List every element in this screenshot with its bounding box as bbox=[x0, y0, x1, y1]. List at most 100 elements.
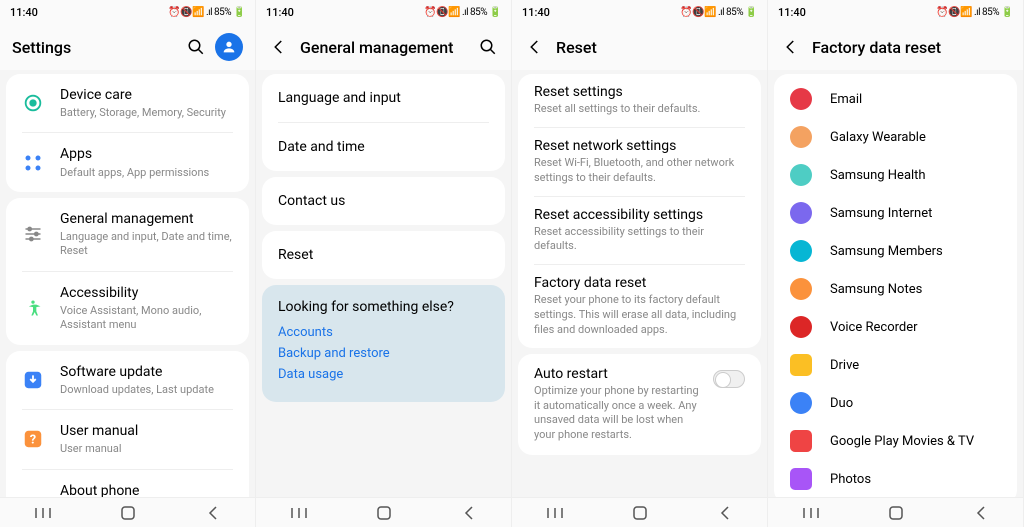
status-bar: 11:40 ⏰📵📶 .ıl 85% 🔋 bbox=[256, 0, 511, 24]
status-indicators: ⏰📵📶 .ıl 85% 🔋 bbox=[936, 7, 1013, 18]
nav-home[interactable] bbox=[108, 505, 148, 521]
app-icon bbox=[790, 202, 812, 224]
settings-item-general[interactable]: General management Language and input, Da… bbox=[6, 198, 249, 271]
nav-back[interactable] bbox=[705, 505, 745, 521]
page-title: Settings bbox=[12, 38, 177, 57]
app-list-item: Samsung Members bbox=[774, 232, 1017, 270]
app-list-item: Photos bbox=[774, 460, 1017, 497]
nav-recents[interactable] bbox=[535, 506, 575, 520]
page-title: Factory data reset bbox=[812, 38, 1011, 57]
reset-option[interactable]: Reset settingsReset all settings to thei… bbox=[518, 74, 761, 127]
status-bar: 11:40 ⏰📵📶 .ıl 85% 🔋 bbox=[0, 0, 255, 24]
app-list-item: Voice Recorder bbox=[774, 308, 1017, 346]
link-backup-restore[interactable]: Backup and restore bbox=[278, 346, 489, 361]
nav-bar bbox=[0, 497, 255, 527]
app-name: Samsung Members bbox=[830, 244, 943, 259]
header: Factory data reset bbox=[768, 24, 1023, 70]
general-icon bbox=[20, 221, 46, 247]
app-list-item: Google Play Movies & TV bbox=[774, 422, 1017, 460]
svg-text:?: ? bbox=[30, 433, 36, 448]
settings-item-about[interactable]: iAbout phoneStatus, Legal information, P… bbox=[6, 470, 249, 498]
status-indicators: ⏰📵📶 .ıl 85% 🔋 bbox=[168, 7, 245, 18]
app-name: Drive bbox=[830, 358, 859, 373]
app-name: Google Play Movies & TV bbox=[830, 434, 974, 449]
status-indicators: ⏰📵📶 .ıl 85% 🔋 bbox=[680, 7, 757, 18]
link-data-usage[interactable]: Data usage bbox=[278, 367, 489, 382]
app-icon bbox=[790, 278, 812, 300]
nav-recents[interactable] bbox=[279, 506, 319, 520]
reset-option-subtitle: Reset your phone to its factory default … bbox=[534, 293, 745, 338]
settings-card: General management Language and input, Da… bbox=[6, 198, 249, 345]
auto-restart-card: Auto restart Optimize your phone by rest… bbox=[518, 354, 761, 455]
status-bar: 11:40 ⏰📵📶 .ıl 85% 🔋 bbox=[768, 0, 1023, 24]
card-lang-date: Language and input Date and time bbox=[262, 74, 505, 171]
app-icon bbox=[790, 316, 812, 338]
reset-option[interactable]: Reset network settingsReset Wi-Fi, Bluet… bbox=[518, 128, 761, 196]
screen-settings: 11:40 ⏰📵📶 .ıl 85% 🔋 Settings Device care… bbox=[0, 0, 256, 527]
app-name: Email bbox=[830, 92, 862, 107]
nav-home[interactable] bbox=[620, 505, 660, 521]
auto-restart-title: Auto restart bbox=[534, 366, 705, 382]
search-icon[interactable] bbox=[185, 36, 207, 58]
app-icon bbox=[790, 164, 812, 186]
app-list-item: Email bbox=[774, 80, 1017, 118]
back-icon[interactable] bbox=[780, 36, 802, 58]
app-name: Voice Recorder bbox=[830, 320, 918, 335]
reset-option[interactable]: Reset accessibility settings Reset access… bbox=[518, 197, 761, 265]
app-list-item: Samsung Health bbox=[774, 156, 1017, 194]
reset-option-title: Reset accessibility settings bbox=[534, 207, 745, 223]
profile-icon[interactable] bbox=[215, 33, 243, 61]
app-icon bbox=[790, 88, 812, 110]
link-accounts[interactable]: Accounts bbox=[278, 325, 489, 340]
nav-home[interactable] bbox=[876, 505, 916, 521]
header: Settings bbox=[0, 24, 255, 70]
item-title: Device care bbox=[60, 86, 235, 104]
item-subtitle: Voice Assistant, Mono audio, Assistant m… bbox=[60, 304, 235, 333]
app-name: Photos bbox=[830, 472, 871, 487]
item-title: General management bbox=[60, 210, 235, 228]
nav-home[interactable] bbox=[364, 505, 404, 521]
app-name: Samsung Health bbox=[830, 168, 926, 183]
item-subtitle: Language and input, Date and time, Reset bbox=[60, 230, 235, 259]
item-contact-us[interactable]: Contact us bbox=[262, 177, 505, 225]
settings-item-manual[interactable]: ?User manualUser manual bbox=[6, 410, 249, 468]
manual-icon: ? bbox=[20, 426, 46, 452]
app-icon bbox=[790, 468, 812, 490]
nav-recents[interactable] bbox=[23, 506, 63, 520]
reset-option-subtitle: Reset all settings to their defaults. bbox=[534, 102, 745, 117]
item-title: Apps bbox=[60, 145, 235, 163]
nav-back[interactable] bbox=[449, 505, 489, 521]
back-icon[interactable] bbox=[524, 36, 546, 58]
app-list-item: Drive bbox=[774, 346, 1017, 384]
page-title: Reset bbox=[556, 38, 755, 57]
item-title: User manual bbox=[60, 422, 235, 440]
nav-recents[interactable] bbox=[791, 506, 831, 520]
update-icon bbox=[20, 367, 46, 393]
item-reset[interactable]: Reset bbox=[262, 231, 505, 279]
status-time: 11:40 bbox=[522, 6, 550, 19]
nav-back[interactable] bbox=[193, 505, 233, 521]
app-list-item: Galaxy Wearable bbox=[774, 118, 1017, 156]
device-care-icon bbox=[20, 90, 46, 116]
accessibility-icon bbox=[20, 295, 46, 321]
reset-option-subtitle: Reset accessibility settings to their de… bbox=[534, 225, 745, 255]
item-auto-restart[interactable]: Auto restart Optimize your phone by rest… bbox=[518, 354, 761, 455]
app-icon bbox=[790, 126, 812, 148]
item-language-input[interactable]: Language and input bbox=[262, 74, 505, 122]
back-icon[interactable] bbox=[268, 36, 290, 58]
app-name: Samsung Internet bbox=[830, 206, 932, 221]
settings-item-update[interactable]: Software updateDownload updates, Last up… bbox=[6, 351, 249, 409]
search-icon[interactable] bbox=[477, 36, 499, 58]
reset-options-card: Reset settingsReset all settings to thei… bbox=[518, 74, 761, 348]
settings-item-accessibility[interactable]: AccessibilityVoice Assistant, Mono audio… bbox=[6, 272, 249, 345]
nav-back[interactable] bbox=[961, 505, 1001, 521]
settings-item-apps[interactable]: AppsDefault apps, App permissions bbox=[6, 133, 249, 191]
item-subtitle: Download updates, Last update bbox=[60, 383, 235, 397]
item-date-time[interactable]: Date and time bbox=[262, 123, 505, 171]
reset-option[interactable]: Factory data resetReset your phone to it… bbox=[518, 265, 761, 348]
settings-card: Device careBattery, Storage, Memory, Sec… bbox=[6, 74, 249, 192]
status-time: 11:40 bbox=[10, 6, 38, 19]
auto-restart-toggle[interactable] bbox=[713, 370, 745, 388]
settings-item-device-care[interactable]: Device careBattery, Storage, Memory, Sec… bbox=[6, 74, 249, 132]
looking-title: Looking for something else? bbox=[278, 299, 489, 315]
